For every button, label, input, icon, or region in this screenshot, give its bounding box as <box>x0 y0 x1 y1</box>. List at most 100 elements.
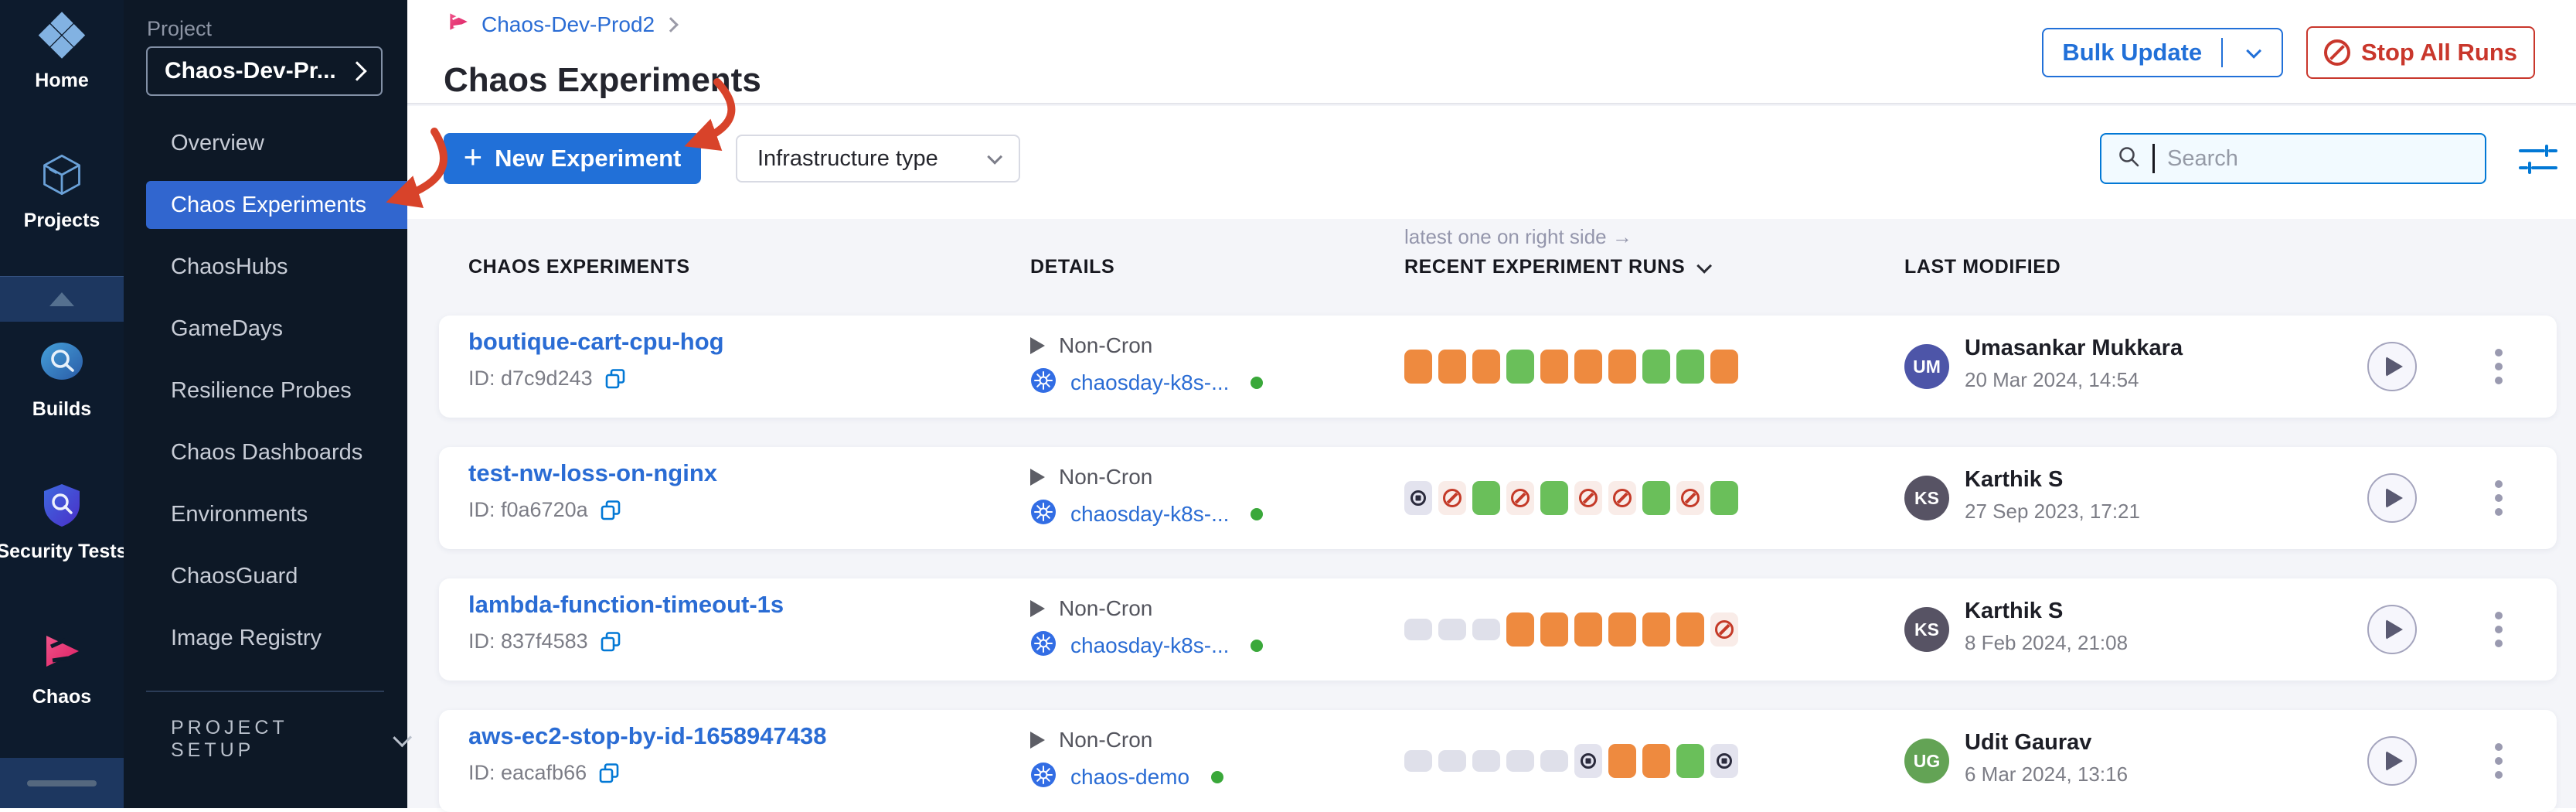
row-menu-button[interactable] <box>2486 738 2512 784</box>
run-block-orange[interactable] <box>1642 612 1670 647</box>
column-header-runs[interactable]: RECENT EXPERIMENT RUNS <box>1404 256 1708 278</box>
experiment-id: ID: eacafb66 <box>468 761 587 785</box>
sidebar-item-environments[interactable]: Environments <box>124 483 407 545</box>
infrastructure-link[interactable]: chaosday-k8s-... <box>1070 633 1229 658</box>
rail-item-chaos[interactable]: Chaos <box>0 628 124 708</box>
run-block-green[interactable] <box>1710 481 1738 515</box>
bulk-update-dropdown[interactable] <box>2223 47 2282 58</box>
run-block-stopped[interactable] <box>1404 481 1432 515</box>
run-block-orange[interactable] <box>1540 350 1568 384</box>
run-block-orange[interactable] <box>1438 350 1466 384</box>
sidebar-divider <box>146 691 384 692</box>
run-block-green[interactable] <box>1642 350 1670 384</box>
experiment-name-link[interactable]: boutique-cart-cpu-hog <box>468 328 724 356</box>
infrastructure-link[interactable]: chaosday-k8s-... <box>1070 502 1229 527</box>
experiment-row[interactable]: test-nw-loss-on-nginx ID: f0a6720a Non-C… <box>439 447 2557 549</box>
experiment-name-link[interactable]: lambda-function-timeout-1s <box>468 591 784 619</box>
run-block-orange[interactable] <box>1404 350 1432 384</box>
run-block-green[interactable] <box>1676 744 1704 778</box>
stop-all-runs-button[interactable]: Stop All Runs <box>2306 26 2535 79</box>
recent-runs <box>1404 578 1738 681</box>
rail-item-projects[interactable]: Projects <box>0 152 124 232</box>
projects-cube-icon <box>39 152 85 203</box>
breadcrumb: Chaos-Dev-Prod2 <box>446 9 676 39</box>
run-block-orange[interactable] <box>1710 350 1738 384</box>
rail-item-label: Projects <box>24 210 100 232</box>
run-block-failed[interactable] <box>1438 481 1466 515</box>
run-block-orange[interactable] <box>1676 612 1704 647</box>
kubernetes-icon <box>1030 499 1057 531</box>
sidebar-item-chaosguard[interactable]: ChaosGuard <box>124 545 407 607</box>
run-block-failed[interactable] <box>1574 481 1602 515</box>
rail-resize-handle[interactable] <box>27 780 97 786</box>
infrastructure-type-select[interactable]: Infrastructure type <box>736 135 1020 183</box>
recent-runs <box>1404 447 1738 549</box>
run-block-orange[interactable] <box>1642 744 1670 778</box>
rail-item-builds[interactable]: Builds <box>0 339 124 421</box>
copy-icon[interactable] <box>599 630 622 653</box>
run-block-orange[interactable] <box>1506 612 1534 647</box>
sidebar-item-resilience-probes[interactable]: Resilience Probes <box>124 360 407 421</box>
run-block-stopped[interactable] <box>1710 744 1738 778</box>
run-block-failed[interactable] <box>1506 481 1534 515</box>
search-input[interactable] <box>2166 145 2469 172</box>
row-menu-button[interactable] <box>2486 475 2512 521</box>
run-block-orange[interactable] <box>1574 612 1602 647</box>
search-box[interactable] <box>2100 133 2486 184</box>
project-selector[interactable]: Chaos-Dev-Pr... <box>146 46 383 96</box>
run-block-failed[interactable] <box>1710 612 1738 647</box>
experiments-table: latest one on right side → CHAOS EXPERIM… <box>407 219 2576 808</box>
infrastructure-link[interactable]: chaos-demo <box>1070 765 1189 790</box>
breadcrumb-project-link[interactable]: Chaos-Dev-Prod2 <box>482 12 655 37</box>
run-block-orange[interactable] <box>1540 612 1568 647</box>
active-dot <box>1251 508 1263 520</box>
run-block-green[interactable] <box>1642 481 1670 515</box>
row-menu-button[interactable] <box>2486 606 2512 653</box>
chevron-right-icon <box>347 61 366 80</box>
copy-icon[interactable] <box>597 762 621 785</box>
infrastructure-link[interactable]: chaosday-k8s-... <box>1070 370 1229 395</box>
run-block-orange[interactable] <box>1472 350 1500 384</box>
sidebar-item-chaoshubs[interactable]: ChaosHubs <box>124 236 407 298</box>
play-icon <box>2386 357 2403 377</box>
sidebar-item-gamedays[interactable]: GameDays <box>124 298 407 360</box>
run-experiment-button[interactable] <box>2367 736 2417 786</box>
rail-item-security-tests[interactable]: Security Tests <box>0 481 124 563</box>
column-header-details: DETAILS <box>1030 256 1114 278</box>
run-block-orange[interactable] <box>1608 612 1636 647</box>
new-experiment-button[interactable]: + New Experiment <box>444 133 701 184</box>
experiment-row[interactable]: aws-ec2-stop-by-id-1658947438 ID: eacafb… <box>439 710 2557 812</box>
experiment-row[interactable]: lambda-function-timeout-1s ID: 837f4583 … <box>439 578 2557 681</box>
run-block-green[interactable] <box>1472 481 1500 515</box>
run-block-green[interactable] <box>1676 350 1704 384</box>
run-block-orange[interactable] <box>1574 350 1602 384</box>
run-experiment-button[interactable] <box>2367 605 2417 654</box>
sidebar-item-chaos-experiments[interactable]: Chaos Experiments <box>146 181 407 229</box>
experiment-row[interactable]: boutique-cart-cpu-hog ID: d7c9d243 Non-C… <box>439 316 2557 418</box>
copy-icon[interactable] <box>604 367 627 391</box>
project-setup-toggle[interactable]: PROJECT SETUP <box>124 715 407 763</box>
experiment-name-link[interactable]: test-nw-loss-on-nginx <box>468 459 717 487</box>
sidebar-item-image-registry[interactable]: Image Registry <box>124 607 407 669</box>
run-block-orange[interactable] <box>1608 350 1636 384</box>
experiment-id: ID: d7c9d243 <box>468 367 593 391</box>
run-block-failed[interactable] <box>1608 481 1636 515</box>
bulk-update-button[interactable]: Bulk Update <box>2042 28 2283 77</box>
experiment-name-link[interactable]: aws-ec2-stop-by-id-1658947438 <box>468 722 827 750</box>
rail-collapse-strip[interactable] <box>0 276 124 322</box>
run-experiment-button[interactable] <box>2367 342 2417 391</box>
run-block-stopped[interactable] <box>1574 744 1602 778</box>
row-menu-button[interactable] <box>2486 343 2512 390</box>
filter-icon[interactable] <box>2516 138 2557 180</box>
run-block-orange[interactable] <box>1608 744 1636 778</box>
sidebar-item-overview[interactable]: Overview <box>124 112 407 174</box>
run-block-failed[interactable] <box>1676 481 1704 515</box>
sidebar-item-chaos-dashboards[interactable]: Chaos Dashboards <box>124 421 407 483</box>
run-block-green[interactable] <box>1506 350 1534 384</box>
bulk-update-label: Bulk Update <box>2043 39 2221 67</box>
copy-icon[interactable] <box>599 499 622 522</box>
rail-item-home[interactable]: ❖ Home <box>0 9 124 92</box>
run-experiment-button[interactable] <box>2367 473 2417 523</box>
play-small-icon <box>1030 600 1045 617</box>
run-block-green[interactable] <box>1540 481 1568 515</box>
